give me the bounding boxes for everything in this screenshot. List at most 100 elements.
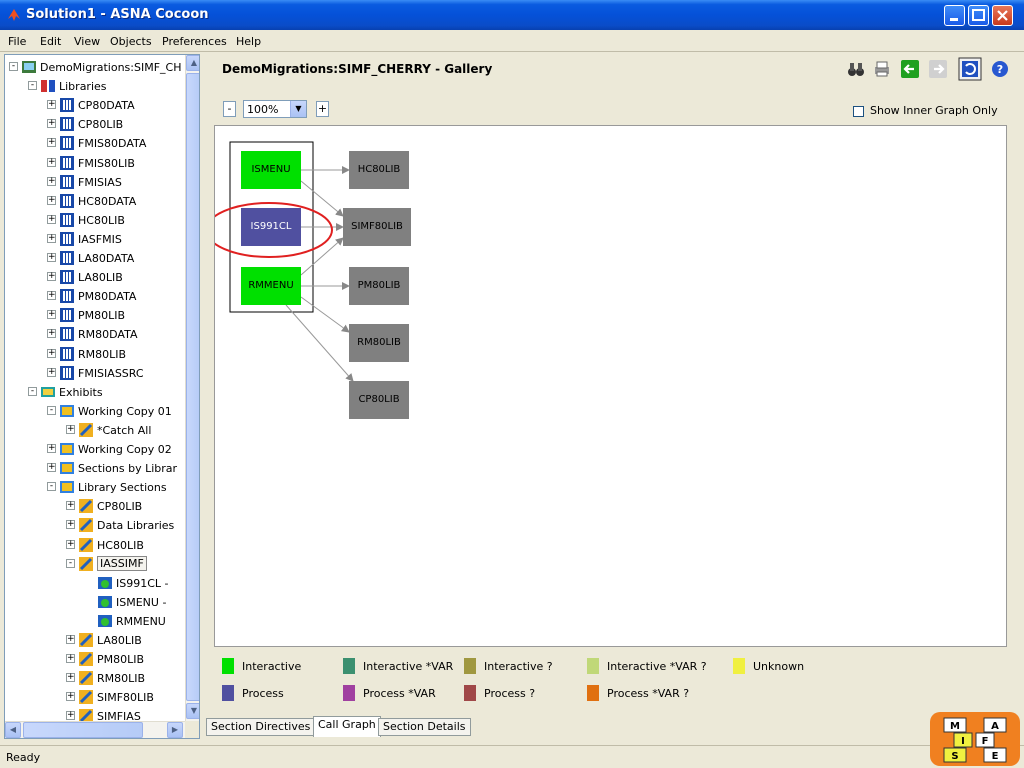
- tree-item[interactable]: + Working Copy 02: [5, 440, 185, 459]
- tree-item[interactable]: + LA80DATA: [5, 249, 185, 268]
- expand-icon[interactable]: +: [47, 291, 56, 301]
- tree-item[interactable]: + Data Libraries: [5, 516, 185, 535]
- expand-icon[interactable]: +: [66, 711, 75, 721]
- tree-vertical-scrollbar[interactable]: ▲ ▼: [185, 55, 199, 721]
- tab-section-details[interactable]: Section Details: [378, 718, 471, 736]
- tree-item[interactable]: + FMISIAS: [5, 173, 185, 192]
- tree-item[interactable]: + PM80LIB: [5, 306, 185, 325]
- expand-icon[interactable]: +: [47, 195, 56, 205]
- collapse-icon[interactable]: -: [9, 62, 18, 71]
- menu-preferences[interactable]: Preferences: [162, 35, 227, 48]
- tree-item[interactable]: + FMISIASSRC: [5, 364, 185, 383]
- solution-tree[interactable]: - DemoMigrations:SIMF_CH - Libraries + CP80DA…: [4, 54, 200, 739]
- expand-icon[interactable]: +: [47, 119, 56, 129]
- expand-icon[interactable]: +: [66, 635, 75, 644]
- tree-item[interactable]: - Libraries: [5, 77, 185, 96]
- tree-item[interactable]: - IASSIMF: [5, 555, 185, 574]
- close-button[interactable]: [992, 5, 1013, 26]
- tree-item[interactable]: ISMENU -: [5, 593, 185, 612]
- tab-call-graph[interactable]: Call Graph: [313, 716, 381, 737]
- tree-horizontal-scrollbar[interactable]: ◀ ▶: [5, 721, 185, 738]
- expand-icon[interactable]: +: [47, 348, 56, 358]
- expand-icon[interactable]: +: [47, 253, 56, 262]
- print-icon[interactable]: [872, 59, 892, 79]
- expand-icon[interactable]: +: [47, 444, 56, 453]
- expand-icon[interactable]: +: [66, 520, 75, 530]
- expand-icon[interactable]: +: [47, 272, 56, 282]
- zoom-select[interactable]: 100% ▼: [243, 100, 307, 118]
- tree-item[interactable]: + PM80LIB: [5, 650, 185, 669]
- expand-icon[interactable]: +: [47, 100, 56, 110]
- tree-item[interactable]: - Library Sections: [5, 478, 185, 497]
- expand-icon[interactable]: +: [66, 692, 75, 702]
- graph-node-rmmenu[interactable]: RMMENU: [241, 267, 301, 305]
- zoom-in-button[interactable]: +: [316, 101, 329, 117]
- zoom-out-button[interactable]: -: [223, 101, 236, 117]
- tree-item[interactable]: + RM80LIB: [5, 669, 185, 688]
- tree-item[interactable]: + CP80LIB: [5, 497, 185, 516]
- graph-node-rm80lib[interactable]: RM80LIB: [349, 324, 409, 362]
- tree-item[interactable]: + *Catch All: [5, 421, 185, 440]
- tree-item[interactable]: + FMIS80DATA: [5, 134, 185, 153]
- tree-item[interactable]: + Sections by Librar: [5, 459, 185, 478]
- help-icon[interactable]: ?: [990, 59, 1010, 79]
- scroll-thumb[interactable]: [186, 73, 199, 701]
- scroll-left-icon[interactable]: ◀: [5, 722, 21, 738]
- expand-icon[interactable]: +: [66, 539, 75, 549]
- graph-node-is991cl[interactable]: IS991CL: [241, 208, 301, 246]
- collapse-icon[interactable]: -: [47, 405, 56, 415]
- collapse-icon[interactable]: -: [66, 558, 75, 568]
- menu-help[interactable]: Help: [236, 35, 261, 48]
- tree-item[interactable]: - Working Copy 01: [5, 402, 185, 421]
- graph-node-hc80lib[interactable]: HC80LIB: [349, 151, 409, 189]
- tree-item[interactable]: - Exhibits: [5, 383, 185, 402]
- tree-item[interactable]: + RM80DATA: [5, 325, 185, 344]
- tab-section-directives[interactable]: Section Directives: [206, 718, 316, 736]
- tree-item[interactable]: + HC80DATA: [5, 192, 185, 211]
- tree-item[interactable]: + CP80LIB: [5, 115, 185, 134]
- graph-node-cp80lib[interactable]: CP80LIB: [349, 381, 409, 419]
- menu-file[interactable]: File: [8, 35, 26, 48]
- collapse-icon[interactable]: -: [28, 386, 37, 396]
- expand-icon[interactable]: +: [66, 673, 75, 683]
- graph-node-simf80lib[interactable]: SIMF80LIB: [343, 208, 411, 246]
- call-graph-canvas[interactable]: ISMENU IS991CL RMMENU HC80LIB SIMF80LIB PM80L…: [214, 125, 1007, 647]
- scroll-right-icon[interactable]: ▶: [167, 722, 183, 738]
- chevron-down-icon[interactable]: ▼: [290, 101, 306, 117]
- expand-icon[interactable]: +: [47, 463, 56, 473]
- expand-icon[interactable]: +: [47, 138, 56, 148]
- menu-objects[interactable]: Objects: [110, 35, 152, 48]
- tree-item[interactable]: + CP80DATA: [5, 96, 185, 115]
- tree-item[interactable]: + LA80LIB: [5, 268, 185, 287]
- hscroll-thumb[interactable]: [23, 722, 143, 738]
- maximize-button[interactable]: [968, 5, 989, 26]
- collapse-icon[interactable]: -: [47, 482, 56, 492]
- tree-item[interactable]: RMMENU: [5, 612, 185, 631]
- tree-item[interactable]: + RM80LIB: [5, 345, 185, 364]
- expand-icon[interactable]: +: [47, 176, 56, 186]
- back-arrow-icon[interactable]: [900, 59, 920, 79]
- tree-item[interactable]: + HC80LIB: [5, 211, 185, 230]
- scroll-down-icon[interactable]: ▼: [186, 703, 199, 719]
- expand-icon[interactable]: +: [47, 367, 56, 377]
- graph-node-ismenu[interactable]: ISMENU: [241, 151, 301, 189]
- forward-arrow-icon[interactable]: [928, 59, 948, 79]
- expand-icon[interactable]: +: [47, 310, 56, 320]
- find-binoculars-icon[interactable]: [846, 59, 866, 79]
- tree-item[interactable]: IS991CL -: [5, 574, 185, 593]
- minimize-button[interactable]: [944, 5, 965, 26]
- expand-icon[interactable]: +: [47, 329, 56, 339]
- scroll-up-icon[interactable]: ▲: [186, 55, 199, 71]
- expand-icon[interactable]: +: [66, 424, 75, 434]
- tree-item[interactable]: + LA80LIB: [5, 631, 185, 650]
- graph-node-pm80lib[interactable]: PM80LIB: [349, 267, 409, 305]
- refresh-graph-icon[interactable]: [958, 57, 982, 81]
- tree-item[interactable]: - DemoMigrations:SIMF_CH: [5, 58, 185, 77]
- tree-item[interactable]: + HC80LIB: [5, 536, 185, 555]
- menu-view[interactable]: View: [74, 35, 100, 48]
- expand-icon[interactable]: +: [66, 501, 75, 511]
- expand-icon[interactable]: +: [47, 157, 56, 167]
- expand-icon[interactable]: +: [66, 654, 75, 664]
- expand-icon[interactable]: +: [47, 233, 56, 243]
- show-inner-graph-checkbox[interactable]: [853, 106, 864, 117]
